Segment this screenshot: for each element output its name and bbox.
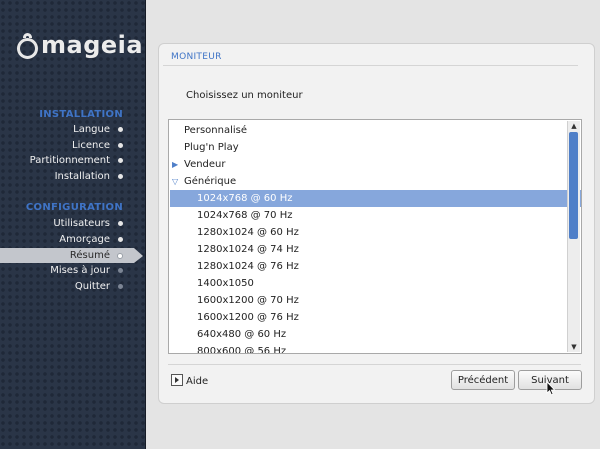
section-title-configuration: CONFIGURATION — [25, 202, 123, 213]
sidebar-item-licence[interactable]: Licence — [0, 138, 145, 153]
list-item-label: Générique — [184, 176, 237, 187]
sidebar-item-label: Partitionnement — [29, 155, 110, 166]
sidebar-item-label: Licence — [72, 140, 110, 151]
sidebar-item-amorcage[interactable]: Amorçage — [0, 232, 145, 247]
list-item-label: 1280x1024 @ 74 Hz — [197, 244, 299, 255]
sidebar-item-langue[interactable]: Langue — [0, 122, 145, 137]
step-done-icon — [118, 174, 123, 179]
help-arrow-icon — [171, 374, 183, 386]
sidebar-item-mises-a-jour[interactable]: Mises à jour — [0, 263, 145, 278]
list-item-selected[interactable]: 1024x768 @ 60 Hz — [170, 190, 581, 207]
previous-button[interactable]: Précédent — [451, 370, 515, 390]
step-current-icon — [117, 253, 123, 259]
step-done-icon — [118, 237, 123, 242]
sidebar-item-resume[interactable]: Résumé — [0, 248, 143, 263]
expand-arrow-icon[interactable]: ▶ — [172, 156, 178, 173]
sidebar-item-utilisateurs[interactable]: Utilisateurs — [0, 216, 145, 231]
sidebar-item-label: Utilisateurs — [53, 218, 110, 229]
divider — [163, 65, 578, 66]
sidebar-item-label: Installation — [54, 171, 110, 182]
list-item[interactable]: 800x600 @ 56 Hz — [170, 343, 581, 354]
panel-title: MONITEUR — [171, 52, 222, 62]
list-item-label: 1280x1024 @ 76 Hz — [197, 261, 299, 272]
help-button[interactable]: Aide — [171, 374, 208, 388]
monitor-panel: MONITEUR Choisissez un moniteur Personna… — [158, 43, 595, 404]
sidebar-item-quitter[interactable]: Quitter — [0, 279, 145, 294]
sidebar-item-partitionnement[interactable]: Partitionnement — [0, 153, 145, 168]
step-pending-icon — [118, 284, 123, 289]
sidebar-item-label: Amorçage — [59, 234, 110, 245]
list-item[interactable]: 1280x1024 @ 60 Hz — [170, 224, 581, 241]
list-item-generique[interactable]: ▽ Générique — [170, 173, 581, 190]
list-item[interactable]: 640x480 @ 60 Hz — [170, 326, 581, 343]
scroll-down-icon[interactable]: ▼ — [569, 342, 579, 352]
step-done-icon — [118, 221, 123, 226]
list-item[interactable]: 1280x1024 @ 76 Hz — [170, 258, 581, 275]
sidebar-item-label: Langue — [73, 124, 110, 135]
list-item-label: 640x480 @ 60 Hz — [197, 329, 287, 340]
mageia-logo-icon — [17, 33, 38, 59]
list-item-label: 1024x768 @ 60 Hz — [197, 193, 293, 204]
sidebar-item-label: Mises à jour — [50, 265, 110, 276]
list-item-label: Personnalisé — [184, 125, 247, 136]
list-item[interactable]: 1600x1200 @ 70 Hz — [170, 292, 581, 309]
list-item-label: 1600x1200 @ 76 Hz — [197, 312, 299, 323]
list-scrollbar[interactable]: ▲ ▼ — [567, 121, 580, 352]
scroll-thumb[interactable] — [569, 132, 578, 239]
list-item-label: 1400x1050 — [197, 278, 254, 289]
help-label: Aide — [186, 376, 209, 387]
step-done-icon — [118, 143, 123, 148]
list-item-plug-n-play[interactable]: Plug'n Play — [170, 139, 581, 156]
list-item[interactable]: 1280x1024 @ 74 Hz — [170, 241, 581, 258]
list-item[interactable]: 1024x768 @ 70 Hz — [170, 207, 581, 224]
list-item-vendeur[interactable]: ▶ Vendeur — [170, 156, 581, 173]
list-item-label: 1024x768 @ 70 Hz — [197, 210, 293, 221]
divider — [168, 364, 581, 365]
sidebar-item-installation[interactable]: Installation — [0, 169, 145, 184]
list-item[interactable]: 1600x1200 @ 76 Hz — [170, 309, 581, 326]
list-item[interactable]: 1400x1050 — [170, 275, 581, 292]
list-item-label: 800x600 @ 56 Hz — [197, 346, 287, 354]
step-pending-icon — [118, 268, 123, 273]
step-done-icon — [118, 127, 123, 132]
list-item-label: Plug'n Play — [184, 142, 239, 153]
step-done-icon — [118, 158, 123, 163]
sidebar-item-label: Quitter — [74, 281, 110, 292]
prompt-text: Choisissez un moniteur — [186, 90, 303, 101]
list-item-label: 1280x1024 @ 60 Hz — [197, 227, 299, 238]
collapse-arrow-icon[interactable]: ▽ — [172, 173, 178, 190]
list-item-label: Vendeur — [184, 159, 226, 170]
sidebar: mageia INSTALLATION Langue Licence Parti… — [0, 0, 146, 449]
list-item-label: 1600x1200 @ 70 Hz — [197, 295, 299, 306]
scroll-up-icon[interactable]: ▲ — [569, 121, 579, 131]
list-item-personnalise[interactable]: Personnalisé — [170, 122, 581, 139]
section-title-installation: INSTALLATION — [39, 109, 123, 120]
monitor-list[interactable]: Personnalisé Plug'n Play ▶ Vendeur ▽ Gén… — [168, 119, 582, 354]
logo-text: mageia — [41, 31, 144, 59]
sidebar-item-label: Résumé — [69, 250, 110, 261]
